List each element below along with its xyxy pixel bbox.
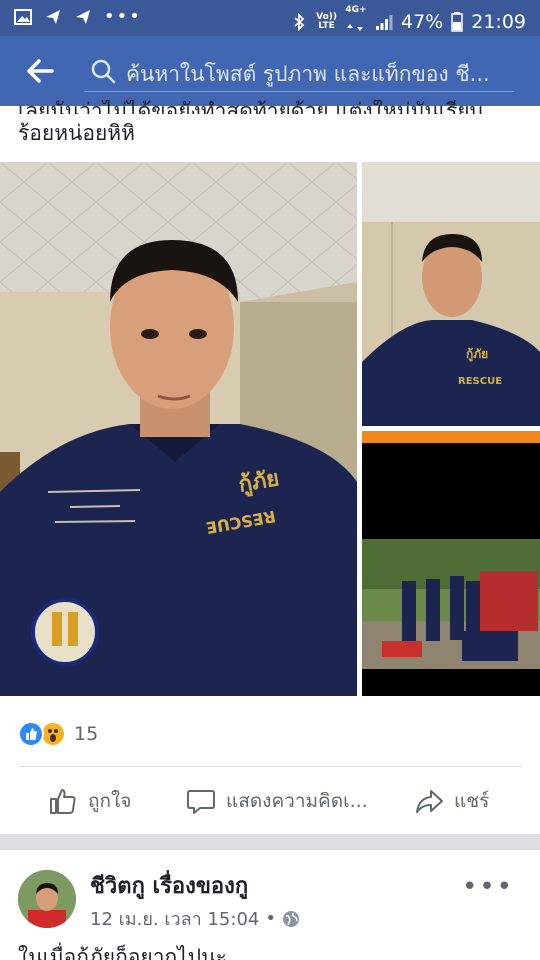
- post-author-name[interactable]: ชีวิตกู เรื่องของกู: [90, 868, 248, 903]
- send-icon: [46, 10, 60, 24]
- post-text-line-clipped: เลยนั้นว่าไม่ได้ขอยังทำสุดท้ายด้วย แต่งใ…: [18, 100, 483, 114]
- photo-top-right[interactable]: กู้ภัย RESCUE: [362, 162, 540, 426]
- share-button[interactable]: แชร์: [414, 784, 489, 818]
- post-meta: 12 เม.ย. เวลา 15:04 •: [90, 904, 300, 933]
- photo-main[interactable]: กู้ภัย RESCUE: [0, 162, 357, 696]
- share-label: แชร์: [454, 790, 490, 812]
- photo-tr-rescue-text: RESCUE: [458, 376, 502, 387]
- divider: [18, 766, 522, 767]
- photo-bottom-right-illustration: [362, 431, 540, 696]
- comment-icon: [187, 790, 215, 814]
- post-actions: ถูกใจ แสดงความคิดเ... แชร์: [0, 770, 540, 832]
- search-bar[interactable]: ค้นหาในโพสต์ รูปภาพ และแท็กของ ชี...: [84, 52, 514, 92]
- reactions-count: 15: [74, 723, 99, 745]
- send-icon-2: [76, 10, 90, 24]
- like-label: ถูกใจ: [88, 790, 132, 812]
- feed-separator: [0, 834, 540, 850]
- reactions-summary[interactable]: 15: [18, 720, 98, 748]
- meta-separator: •: [265, 908, 276, 929]
- next-post-text: ในเมื่อกู้ภัยก็อยากไปนะ ...: [18, 945, 254, 960]
- avatar[interactable]: [18, 870, 76, 928]
- post-timestamp[interactable]: 12 เม.ย. เวลา 15:04: [90, 904, 259, 933]
- post-text: เลยนั้นว่าไม่ได้ขอยังทำสุดท้ายด้วย แต่งใ…: [18, 100, 528, 156]
- bluetooth-icon: [294, 12, 305, 31]
- network-indicator: 4G+: [345, 6, 367, 37]
- volte-indicator: Vo)) LTE: [316, 11, 337, 31]
- share-icon: [416, 790, 443, 813]
- battery-percent: 47%: [401, 10, 444, 33]
- more-options-icon[interactable]: •••: [462, 872, 514, 902]
- avatar-image: [18, 870, 76, 928]
- data-arrows-icon: [347, 24, 363, 31]
- photo-bottom-right[interactable]: [362, 431, 540, 696]
- photo-tr-patch-text: กู้ภัย: [466, 347, 488, 362]
- search-header: ค้นหาในโพสต์ รูปภาพ และแท็กของ ชี...: [0, 36, 540, 106]
- comment-label: แสดงความคิดเ...: [226, 790, 368, 812]
- battery-icon: [451, 11, 463, 32]
- status-bar: ••• Vo)) LTE 4G+ 47% 21:09: [0, 0, 540, 36]
- clock: 21:09: [471, 10, 526, 33]
- search-icon: [91, 59, 116, 84]
- like-reaction-icon: [18, 721, 44, 747]
- thumbs-up-icon: [50, 789, 76, 814]
- back-arrow-icon[interactable]: [22, 54, 58, 88]
- post-text-line: ร้อยหน่อยหิหิ: [18, 121, 135, 145]
- search-input[interactable]: ค้นหาในโพสต์ รูปภาพ และแท็กของ ชี...: [126, 58, 506, 91]
- globe-icon: [282, 910, 299, 927]
- comment-button[interactable]: แสดงความคิดเ...: [186, 784, 368, 818]
- photo-top-right-illustration: กู้ภัย RESCUE: [362, 162, 540, 426]
- like-button[interactable]: ถูกใจ: [48, 784, 131, 818]
- signal-icon: [376, 14, 393, 30]
- gallery-icon: [14, 9, 32, 25]
- more-notifications-icon: •••: [104, 6, 142, 27]
- photo-main-illustration: กู้ภัย RESCUE: [0, 162, 357, 696]
